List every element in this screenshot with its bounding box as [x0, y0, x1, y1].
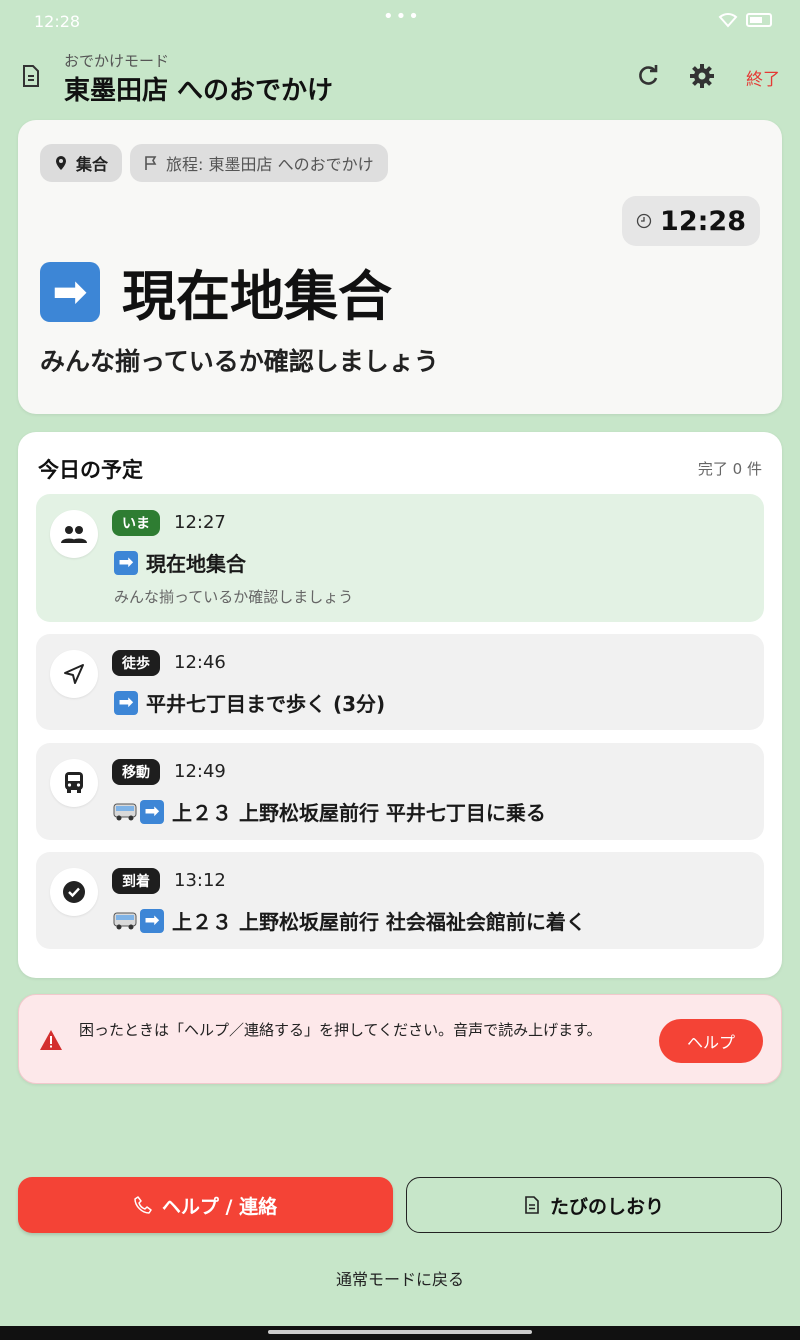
wifi-icon: [718, 13, 738, 28]
window-dots: •••: [383, 6, 421, 27]
help-alert: 困ったときは「ヘルプ／連絡する」を押してください。音声で読み上げます。 ヘルプ: [18, 994, 782, 1084]
item-time: 12:49: [174, 761, 226, 782]
schedule-item[interactable]: 到着 13:12 ➡ 上２３ 上野松坂屋前行 社会福祉会館前に着く: [36, 852, 764, 949]
schedule-item[interactable]: 徒歩 12:46 ➡ 平井七丁目まで歩く (3分): [36, 634, 764, 730]
right-arrow-icon: ➡: [114, 550, 138, 575]
schedule-card: 今日の予定 完了 0 件 いま 12:27 ➡ 現在地集合 みんな揃っているか確…: [18, 432, 782, 978]
settings-gear-icon[interactable]: [688, 62, 716, 90]
item-title: ➡ 現在地集合: [114, 548, 246, 577]
schedule-item[interactable]: 移動 12:49 ➡ 上２３ 上野松坂屋前行 平井七丁目に乗る: [36, 743, 764, 840]
help-contact-label: ヘルプ / 連絡: [161, 1195, 278, 1218]
status-badge: 徒歩: [112, 650, 160, 676]
navigation-arrow-icon: [50, 650, 98, 698]
schedule-item[interactable]: いま 12:27 ➡ 現在地集合 みんな揃っているか確認しましょう: [36, 494, 764, 622]
document-icon: [23, 65, 39, 87]
item-title-text: 平井七丁目まで歩く (3分): [146, 692, 386, 716]
alert-help-button[interactable]: ヘルプ: [659, 1019, 763, 1063]
schedule-title: 今日の予定: [38, 458, 143, 482]
status-badge: 移動: [112, 759, 160, 785]
mode-subtitle: おでかけモード: [64, 52, 170, 70]
category-chip: 集合: [40, 144, 123, 182]
bus-emoji-icon: [112, 909, 138, 933]
warning-icon: [40, 1030, 62, 1050]
status-time: 12:28: [34, 12, 81, 31]
page-title: 東墨田店 へのおでかけ: [64, 76, 334, 106]
item-title: ➡ 上２３ 上野松坂屋前行 社会福祉会館前に着く: [112, 906, 586, 935]
bus-icon: [50, 759, 98, 807]
step-instruction: みんな揃っているか確認しましょう: [40, 347, 439, 376]
item-title: ➡ 上２３ 上野松坂屋前行 平井七丁目に乗る: [112, 797, 546, 826]
battery-icon: [746, 13, 772, 27]
done-count: 完了 0 件: [697, 460, 762, 478]
right-arrow-icon: ➡: [140, 799, 164, 824]
home-handle[interactable]: [268, 1330, 532, 1334]
category-chip-label: 集合: [76, 155, 109, 174]
item-time: 13:12: [174, 870, 226, 891]
current-time-badge: 12:28: [622, 196, 760, 246]
right-arrow-icon: ➡: [40, 261, 100, 322]
trip-chip: 旅程: 東墨田店 へのおでかけ: [130, 144, 388, 182]
back-to-normal-link[interactable]: 通常モードに戻る: [0, 1266, 800, 1290]
location-pin-icon: [56, 156, 66, 170]
item-title: ➡ 平井七丁目まで歩く (3分): [114, 688, 385, 717]
system-nav-bar: [0, 1326, 800, 1340]
status-bar: 12:28 •••: [0, 0, 800, 44]
status-badge: 到着: [112, 868, 160, 894]
refresh-icon[interactable]: [634, 62, 662, 90]
right-arrow-icon: ➡: [114, 690, 138, 715]
alert-message: 困ったときは「ヘルプ／連絡する」を押してください。音声で読み上げます。: [79, 1021, 602, 1039]
item-note: みんな揃っているか確認しましょう: [114, 588, 354, 606]
phone-icon: [134, 1196, 152, 1214]
travel-guide-label: たびのしおり: [549, 1195, 664, 1218]
trip-chip-label: 旅程: 東墨田店 へのおでかけ: [166, 155, 374, 174]
travel-guide-button[interactable]: たびのしおり: [406, 1177, 782, 1233]
help-contact-button[interactable]: ヘルプ / 連絡: [18, 1177, 393, 1233]
end-button[interactable]: 終了: [746, 65, 780, 90]
item-time: 12:27: [174, 512, 226, 533]
status-icons: [718, 12, 772, 28]
flag-icon: [145, 156, 157, 170]
item-time: 12:46: [174, 652, 226, 673]
status-badge: いま: [112, 510, 160, 536]
item-title-text: 上２３ 上野松坂屋前行 社会福祉会館前に着く: [172, 910, 586, 934]
item-title-text: 現在地集合: [146, 552, 246, 576]
app-header: おでかけモード 東墨田店 へのおでかけ 終了: [0, 44, 800, 110]
step-title: ➡ 現在地集合: [40, 252, 392, 331]
clock-icon: [636, 213, 652, 229]
group-icon: [50, 510, 98, 558]
current-time: 12:28: [660, 205, 746, 237]
document-icon: [525, 1196, 539, 1214]
item-title-text: 上２３ 上野松坂屋前行 平井七丁目に乗る: [172, 801, 546, 825]
current-step-card: 集合 旅程: 東墨田店 へのおでかけ 12:28 ➡ 現在地集合 みんな揃ってい…: [18, 120, 782, 414]
right-arrow-icon: ➡: [140, 908, 164, 933]
check-circle-icon: [50, 868, 98, 916]
bus-emoji-icon: [112, 800, 138, 824]
step-title-text: 現在地集合: [122, 265, 392, 328]
